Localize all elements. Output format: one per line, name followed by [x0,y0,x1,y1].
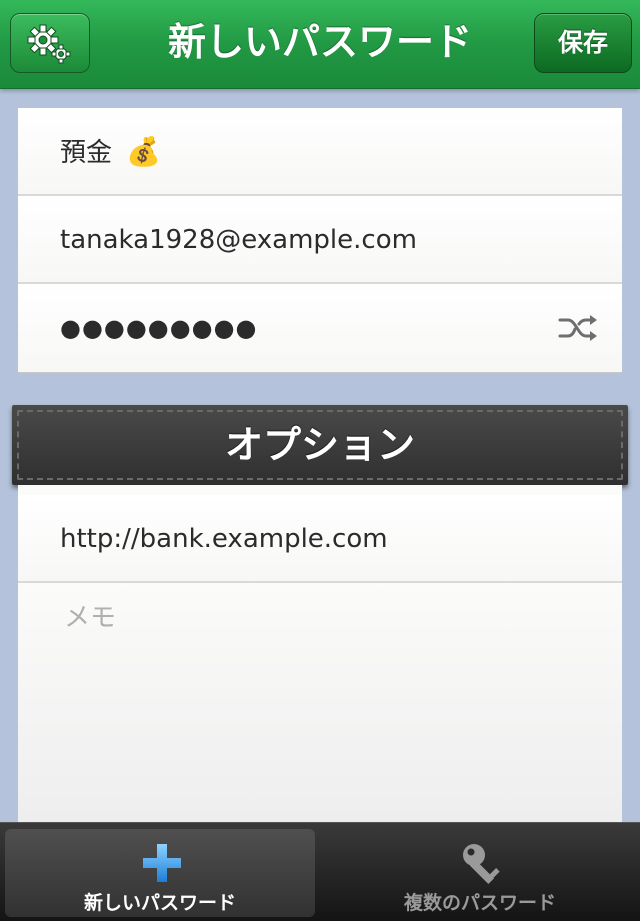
entry-card: 預金 💰 tanaka1928@example.com ●●●●●●●●● [18,108,622,373]
shuffle-icon[interactable] [558,314,598,342]
url-field[interactable]: http://bank.example.com [18,495,622,583]
tab-new-password[interactable]: 新しいパスワード [5,829,315,917]
title-field[interactable]: 預金 💰 [18,108,622,196]
password-value: ●●●●●●●●● [60,314,258,342]
settings-button[interactable] [10,13,90,73]
options-header: オプション [12,405,628,485]
options-title: オプション [224,423,415,467]
page-title: 新しいパスワード [167,20,472,64]
tab-new-password-label: 新しいパスワード [83,892,236,914]
navigation-bar: 新しいパスワード 保存 [0,0,640,89]
plus-icon [143,844,181,882]
password-field[interactable]: ●●●●●●●●● [18,284,622,372]
url-value: http://bank.example.com [60,524,388,554]
options-card: http://bank.example.com [18,485,622,584]
save-button[interactable]: 保存 [534,13,632,73]
title-value: 預金 [60,138,113,168]
username-value: tanaka1928@example.com [60,225,417,255]
tab-multiple-passwords-label: 複数のパスワード [403,892,556,914]
tab-bar: 新しいパスワード 複数のパスワード [0,822,640,921]
gears-icon [27,24,71,64]
key-icon [463,844,500,885]
memo-textarea[interactable] [18,583,622,823]
money-bag-icon: 💰 [126,135,162,168]
tab-multiple-passwords[interactable]: 複数のパスワード [325,829,635,917]
username-field[interactable]: tanaka1928@example.com [18,196,622,284]
